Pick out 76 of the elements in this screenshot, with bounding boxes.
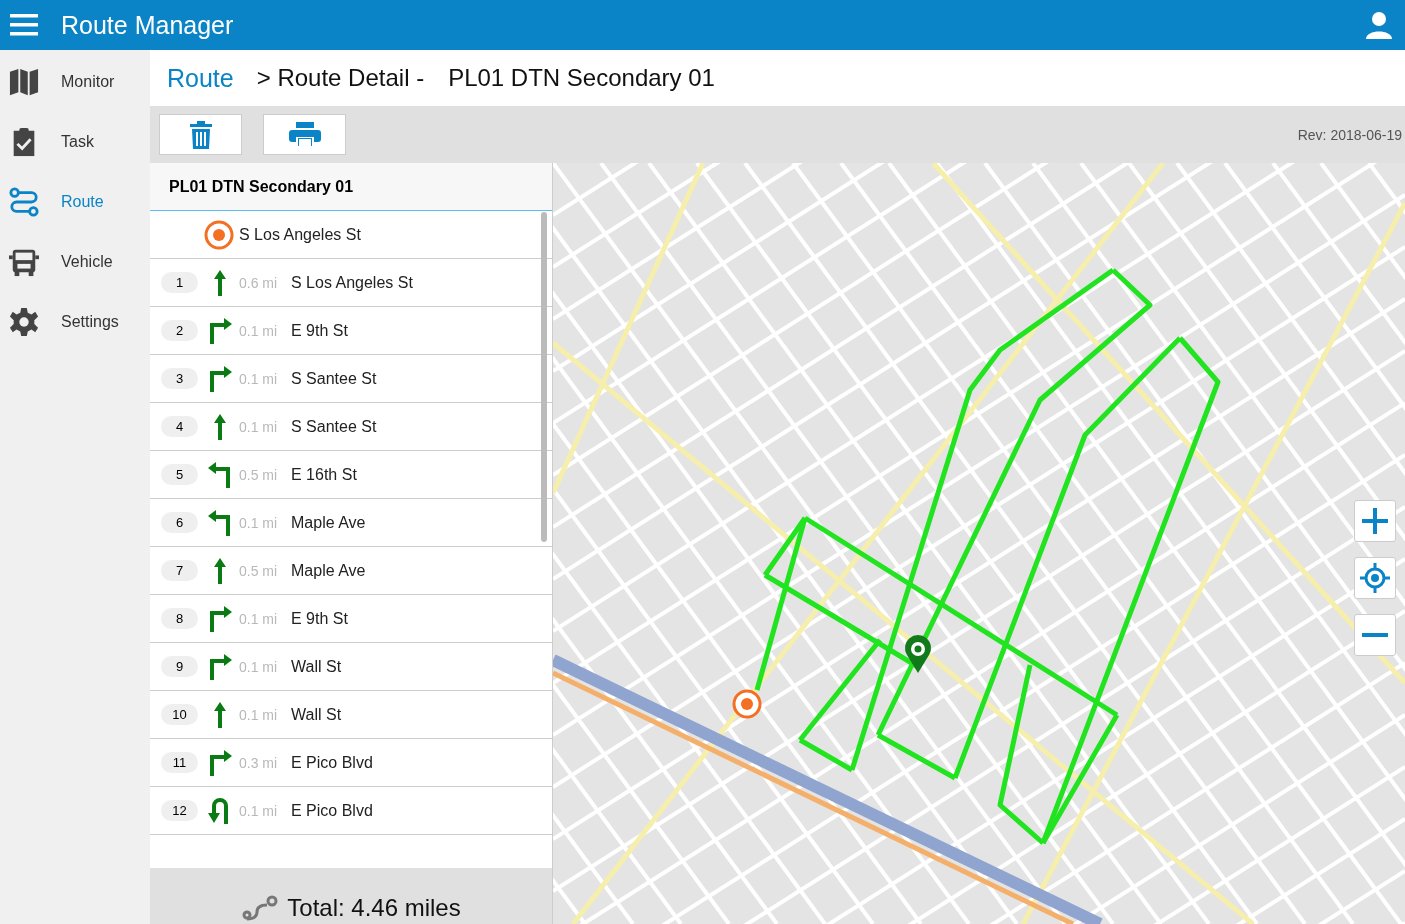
locate-button[interactable] bbox=[1354, 557, 1396, 599]
step-street: Maple Ave bbox=[291, 561, 366, 580]
step-distance: 0.5 mi bbox=[239, 562, 279, 579]
step-number: 8 bbox=[161, 608, 198, 629]
menu-icon[interactable] bbox=[10, 14, 38, 36]
nav-item[interactable]: Settings bbox=[0, 292, 150, 352]
map-icon bbox=[9, 67, 39, 97]
step-street: E 16th St bbox=[291, 465, 357, 484]
step-number: 10 bbox=[161, 704, 198, 725]
zoom-out-button[interactable] bbox=[1354, 614, 1396, 656]
step-street: Wall St bbox=[291, 705, 342, 724]
step-number: 2 bbox=[161, 320, 198, 341]
step-street: E 9th St bbox=[291, 609, 348, 628]
step-distance: 0.3 mi bbox=[239, 754, 279, 771]
trash-icon bbox=[189, 120, 212, 149]
step-distance: 0.1 mi bbox=[239, 610, 279, 627]
step-street: E 9th St bbox=[291, 321, 348, 340]
direction-row[interactable]: 12 0.1 mi E Pico Blvd bbox=[150, 787, 552, 835]
direction-row[interactable]: 7 0.5 mi Maple Ave bbox=[150, 547, 552, 595]
step-number: 3 bbox=[161, 368, 198, 389]
truck-icon bbox=[9, 247, 39, 277]
route-icon bbox=[9, 187, 39, 217]
direction-row[interactable]: 9 0.1 mi Wall St bbox=[150, 643, 552, 691]
step-distance: 0.1 mi bbox=[239, 418, 279, 435]
step-number: 6 bbox=[161, 512, 198, 533]
step-distance: 0.1 mi bbox=[239, 802, 279, 819]
step-distance: 0.1 mi bbox=[239, 370, 279, 387]
step-number: 9 bbox=[161, 656, 198, 677]
revision-label: Rev: 2018-06-19 bbox=[1297, 126, 1402, 143]
step-distance: 0.1 mi bbox=[239, 658, 279, 675]
step-distance: 0.1 mi bbox=[239, 322, 279, 339]
route-title: PL01 DTN Secondary 01 bbox=[448, 64, 715, 92]
direction-row[interactable]: 10 0.1 mi Wall St bbox=[150, 691, 552, 739]
step-street: E Pico Blvd bbox=[291, 801, 373, 820]
nav-item[interactable]: Vehicle bbox=[0, 232, 150, 292]
step-street: Wall St bbox=[291, 657, 342, 676]
nav-item[interactable]: Task bbox=[0, 112, 150, 172]
start-marker-icon[interactable] bbox=[732, 689, 762, 719]
printer-icon bbox=[288, 121, 321, 148]
step-street: S Los Angeles St bbox=[291, 273, 413, 292]
crosshair-icon bbox=[1360, 563, 1390, 593]
app-title: Route Manager bbox=[61, 10, 235, 40]
step-street: S Santee St bbox=[291, 417, 377, 436]
step-street: S Santee St bbox=[291, 369, 377, 388]
step-distance: 0.1 mi bbox=[239, 514, 279, 531]
direction-row[interactable]: 8 0.1 mi E 9th St bbox=[150, 595, 552, 643]
print-button[interactable] bbox=[263, 114, 346, 155]
zoom-in-button[interactable] bbox=[1354, 500, 1396, 542]
step-number: 4 bbox=[161, 416, 198, 437]
step-street: Maple Ave bbox=[291, 513, 366, 532]
breadcrumb-text: > Route Detail - bbox=[256, 64, 425, 92]
step-number: 7 bbox=[161, 560, 198, 581]
direction-row[interactable]: 11 0.3 mi E Pico Blvd bbox=[150, 739, 552, 787]
step-distance: 0.1 mi bbox=[239, 706, 279, 723]
breadcrumb-link[interactable]: Route bbox=[167, 63, 234, 93]
step-number: 12 bbox=[161, 800, 198, 821]
total-distance: Total: 4.46 miles bbox=[287, 894, 461, 922]
start-marker-icon bbox=[204, 219, 234, 250]
step-distance: 0.5 mi bbox=[239, 466, 279, 483]
route-distance-icon bbox=[241, 894, 280, 922]
minus-icon bbox=[1362, 633, 1388, 637]
step-number: 5 bbox=[161, 464, 198, 485]
start-street: S Los Angeles St bbox=[239, 225, 361, 244]
step-distance: 0.6 mi bbox=[239, 274, 279, 291]
route-name: PL01 DTN Secondary 01 bbox=[150, 163, 552, 211]
step-number: 1 bbox=[161, 272, 198, 293]
nav-item[interactable]: Route bbox=[0, 172, 150, 232]
user-icon[interactable] bbox=[1365, 11, 1393, 39]
nav-item[interactable]: Monitor bbox=[0, 52, 150, 112]
scrollbar[interactable] bbox=[541, 212, 547, 542]
step-street: E Pico Blvd bbox=[291, 753, 373, 772]
delete-button[interactable] bbox=[159, 114, 242, 155]
step-number: 11 bbox=[161, 752, 198, 773]
plus-icon bbox=[1362, 508, 1388, 534]
location-pin-icon[interactable] bbox=[905, 635, 931, 673]
settings-icon bbox=[9, 307, 39, 337]
